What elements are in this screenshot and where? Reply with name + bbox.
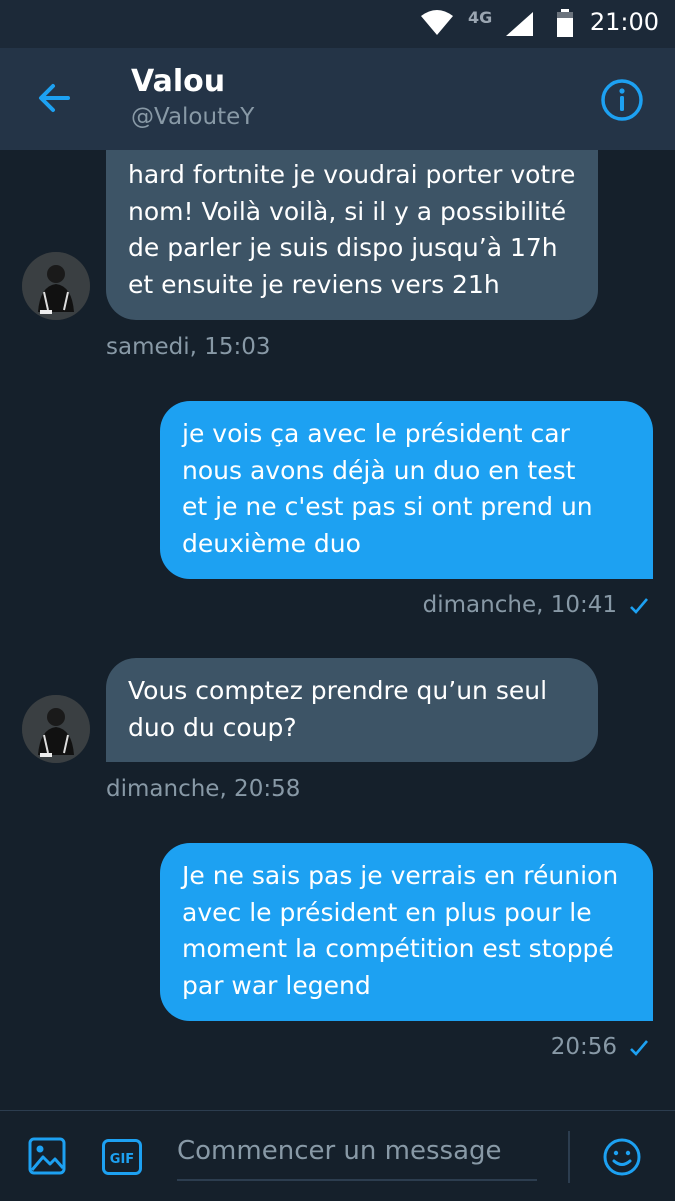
- message-line: nom! Voilà voilà, si il y a possibilité: [128, 196, 567, 226]
- avatar[interactable]: [22, 252, 90, 320]
- gif-label: GIF: [110, 1152, 134, 1167]
- message-timestamp: dimanche, 20:58: [106, 776, 301, 802]
- back-arrow-icon[interactable]: [34, 78, 74, 118]
- message-line: Je ne sais pas je verrais en réunion: [182, 861, 619, 890]
- message-line: duo du coup?: [128, 712, 297, 742]
- divider: [568, 1131, 570, 1183]
- image-icon[interactable]: [28, 1137, 66, 1179]
- compose-bar: GIF: [0, 1110, 675, 1201]
- message-line: et ensuite je reviens vers 21h: [128, 269, 500, 299]
- avatar[interactable]: [22, 695, 90, 763]
- message-line: moment la compétition est stoppé: [182, 934, 614, 963]
- message-list[interactable]: hard fortnite je voudrai porter votre no…: [0, 150, 675, 1110]
- message-input[interactable]: [177, 1127, 537, 1175]
- contact-name[interactable]: Valou: [131, 64, 225, 99]
- message-line: Vous comptez prendre qu’un seul: [128, 676, 548, 705]
- check-icon: [629, 1037, 649, 1063]
- emoji-icon[interactable]: [602, 1137, 642, 1181]
- check-icon: [629, 595, 649, 621]
- network-type: 4G: [468, 8, 493, 27]
- info-icon[interactable]: [600, 78, 644, 122]
- message-timestamp: 20:56: [550, 1034, 617, 1060]
- message-line: de parler je suis dispo jusqu’à 17h: [128, 233, 558, 262]
- message-bubble-outgoing[interactable]: Je ne sais pas je verrais en réunion ave…: [160, 843, 653, 1021]
- battery-icon: [556, 9, 574, 41]
- message-timestamp-row: dimanche, 10:41: [423, 592, 649, 621]
- message-input-wrapper: [177, 1127, 537, 1181]
- message-timestamp: samedi, 15:03: [106, 334, 271, 360]
- signal-icon: [506, 12, 534, 40]
- message-line: je vois ça avec le président car: [182, 419, 570, 448]
- clock: 21:00: [589, 8, 659, 36]
- message-bubble-incoming[interactable]: Vous comptez prendre qu’un seul duo du c…: [106, 658, 598, 762]
- message-line: et je ne c'est pas si ont prend un: [182, 492, 593, 521]
- message-line: nous avons déjà un duo en test: [182, 455, 576, 485]
- conversation-header: Valou @ValouteY: [0, 48, 675, 150]
- status-bar: 4G 21:00: [0, 0, 675, 48]
- message-timestamp-row: 20:56: [551, 1034, 649, 1063]
- message-bubble-incoming[interactable]: hard fortnite je voudrai porter votre no…: [106, 150, 598, 320]
- message-line: par war legend: [182, 970, 371, 1000]
- message-bubble-outgoing[interactable]: je vois ça avec le président car nous av…: [160, 401, 653, 579]
- contact-handle[interactable]: @ValouteY: [131, 104, 254, 130]
- message-line: hard fortnite je voudrai porter votre: [128, 160, 576, 189]
- message-timestamp: dimanche, 10:41: [422, 592, 617, 618]
- message-line: avec le président en plus pour le: [182, 897, 592, 927]
- gif-icon[interactable]: GIF: [102, 1139, 142, 1179]
- message-line: deuxième duo: [182, 528, 361, 558]
- wifi-icon: [420, 8, 454, 40]
